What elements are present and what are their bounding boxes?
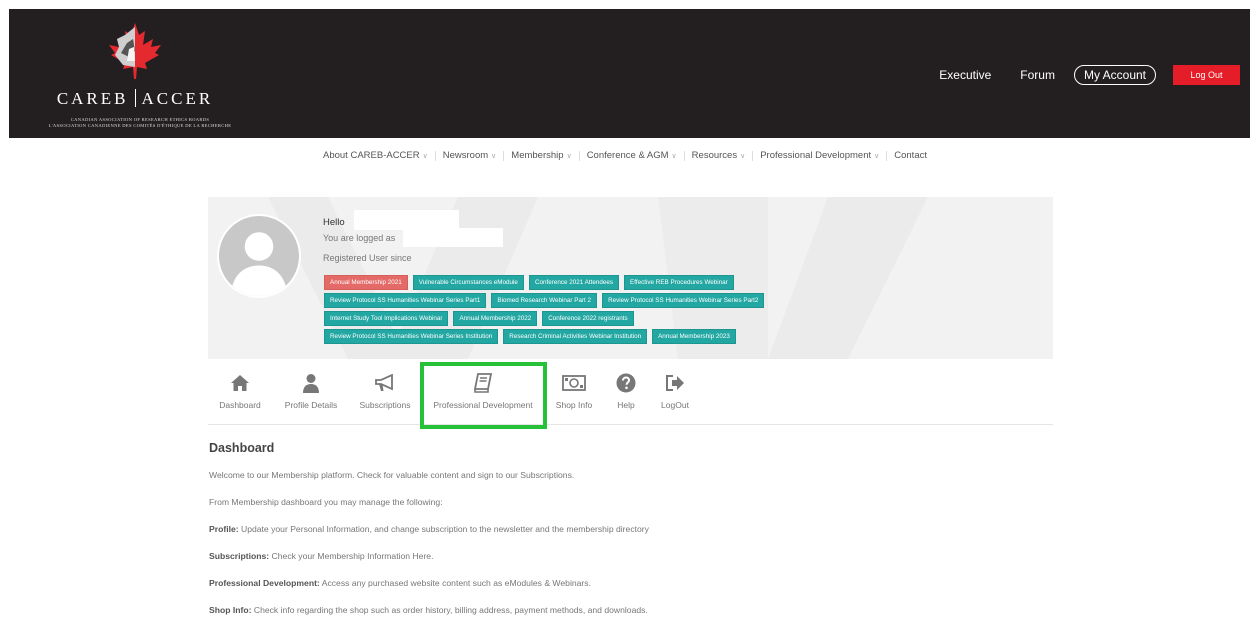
user-icon	[303, 374, 319, 393]
my-account-button[interactable]: My Account	[1073, 65, 1156, 85]
info-term: Shop Info:	[209, 605, 252, 615]
badge: Annual Membership 2023	[652, 329, 736, 344]
dashboard-content: Dashboard Welcome to our Membership plat…	[209, 441, 1054, 626]
welcome-text: Welcome to our Membership platform. Chec…	[209, 470, 575, 480]
brand-subtitle-fr: L'ASSOCIATION CANADIENNE DES COMITÉS D'É…	[48, 123, 232, 128]
badge: Review Protocol SS Humanities Webinar Se…	[324, 293, 487, 308]
profile-info: Profile: Update your Personal Informatio…	[209, 524, 1054, 535]
brand-name-left: CAREB	[56, 89, 129, 108]
tab-profile-details[interactable]: Profile Details	[281, 370, 341, 410]
badge: Review Protocol SS Humanities Webinar Se…	[324, 329, 499, 344]
badge: Annual Membership 2022	[453, 311, 538, 326]
home-icon	[231, 375, 249, 391]
menu-item-about[interactable]: About CAREB-ACCER ∨	[316, 150, 435, 161]
help-icon	[616, 373, 636, 393]
chevron-down-icon: ∨	[566, 152, 572, 160]
maple-leaf-icon	[109, 23, 161, 79]
chevron-down-icon: ∨	[740, 152, 746, 160]
tab-label: Help	[617, 400, 635, 410]
tab-label: Subscriptions	[359, 400, 411, 410]
professional-development-highlight	[420, 362, 547, 429]
forum-link[interactable]: Forum	[1020, 68, 1055, 82]
menu-item-newsroom[interactable]: Newsroom ∨	[436, 150, 504, 161]
info-term: Profile:	[209, 524, 239, 534]
tab-logout[interactable]: LogOut	[658, 370, 692, 410]
subscriptions-info: Subscriptions: Check your Membership Inf…	[209, 551, 1054, 562]
tab-label: Profile Details	[284, 400, 338, 410]
badge: Internet Study Tool Implications Webinar	[324, 311, 449, 326]
tab-label: Dashboard	[219, 400, 261, 410]
tab-subscriptions[interactable]: Subscriptions	[356, 370, 414, 410]
info-text: Check info regarding the shop such as or…	[251, 605, 648, 615]
badge: Review Protocol SS Humanities Webinar Se…	[602, 293, 765, 308]
tab-label: LogOut	[661, 400, 689, 410]
info-text: Update your Personal Information, and ch…	[238, 524, 649, 534]
chevron-down-icon: ∨	[491, 152, 497, 160]
chevron-down-icon: ∨	[671, 152, 677, 160]
profile-card: Hello You are logged as Registered User …	[208, 197, 1053, 359]
menu-item-label: Conference & AGM	[586, 150, 669, 161]
manage-intro: From Membership dashboard you may manage…	[209, 497, 443, 507]
menu-item-label: Resources	[691, 150, 738, 161]
logged-as-label: You are logged as	[323, 233, 396, 243]
menu-item-label: Professional Development	[760, 150, 872, 161]
menu-item-membership[interactable]: Membership ∨	[504, 150, 578, 161]
dashboard-tabs: Dashboard Profile Details Subscriptions …	[208, 370, 1053, 425]
sign-out-icon	[666, 375, 684, 391]
subscription-badges: Annual Membership 2021 Vulnerable Circum…	[324, 275, 924, 347]
badge: Research Criminal Activities Webinar Ins…	[503, 329, 648, 344]
brand-name: CAREB ACCER	[55, 89, 215, 109]
menu-item-contact[interactable]: Contact	[887, 150, 934, 161]
badge-row: Annual Membership 2021 Vulnerable Circum…	[324, 275, 924, 290]
avatar[interactable]	[217, 214, 301, 298]
badge: Vulnerable Circumstances eModule	[412, 275, 524, 290]
badge: Conference 2021 Attendees	[528, 275, 620, 290]
main-menu: About CAREB-ACCER ∨ Newsroom ∨ Membership ∨…	[0, 150, 1250, 161]
badge-row: Review Protocol SS Humanities Webinar Se…	[324, 329, 924, 344]
registered-since-label: Registered User since	[323, 253, 412, 263]
user-silhouette-icon	[219, 216, 299, 296]
top-nav: Executive Forum My Account Log Out	[939, 64, 1240, 86]
tab-label: Shop Info	[555, 400, 593, 410]
badge: Effective REB Procedures Webinar	[624, 275, 734, 290]
chevron-down-icon: ∨	[422, 152, 428, 160]
menu-item-conference[interactable]: Conference & AGM ∨	[580, 150, 684, 161]
badge: Conference 2022 registrants	[542, 311, 634, 326]
brand-subtitle-en: CANADIAN ASSOCIATION OF RESEARCH ETHICS …	[70, 117, 210, 122]
badge-row: Review Protocol SS Humanities Webinar Se…	[324, 293, 924, 308]
menu-item-label: Membership	[511, 150, 564, 161]
professional-development-info: Professional Development: Access any pur…	[209, 578, 1054, 589]
logout-button[interactable]: Log Out	[1173, 65, 1240, 85]
executive-link[interactable]: Executive	[939, 68, 991, 82]
shop-info: Shop Info: Check info regarding the shop…	[209, 605, 1054, 616]
menu-item-label: Newsroom	[442, 150, 489, 161]
brand-name-right: ACCER	[141, 89, 214, 108]
info-text: Check your Membership Information Here.	[269, 551, 434, 561]
badge: Annual Membership 2021	[324, 275, 408, 290]
tab-dashboard[interactable]: Dashboard	[216, 370, 264, 410]
page-title: Dashboard	[209, 441, 275, 455]
tab-shop-info[interactable]: Shop Info	[554, 370, 594, 410]
menu-item-label: Contact	[894, 150, 927, 161]
careb-accer-logo[interactable]: CAREB ACCER CANADIAN ASSOCIATION OF RESEA…	[27, 21, 249, 131]
badge: Biomed Research Webinar Part 2	[491, 293, 598, 308]
site-header: CAREB ACCER CANADIAN ASSOCIATION OF RESEA…	[9, 9, 1250, 138]
info-term: Professional Development:	[209, 578, 320, 588]
tab-help[interactable]: Help	[613, 370, 639, 410]
badge-row: Internet Study Tool Implications Webinar…	[324, 311, 924, 326]
menu-item-professional-development[interactable]: Professional Development ∨	[753, 150, 886, 161]
megaphone-icon	[375, 374, 393, 391]
info-text: Access any purchased website content suc…	[319, 578, 591, 588]
greeting: Hello	[323, 217, 345, 228]
menu-item-resources[interactable]: Resources ∨	[685, 150, 753, 161]
money-icon	[562, 375, 586, 391]
chevron-down-icon: ∨	[874, 152, 880, 160]
menu-item-label: About CAREB-ACCER	[323, 150, 420, 161]
info-term: Subscriptions:	[209, 551, 270, 561]
